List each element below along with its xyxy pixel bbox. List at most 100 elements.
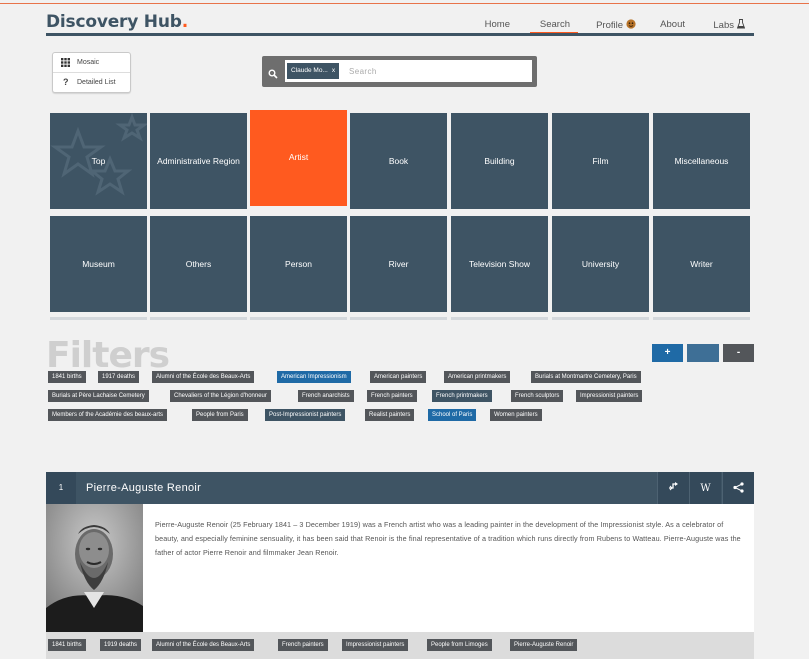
result-header: 1 Pierre-Auguste Renoir W — [46, 472, 754, 504]
category-tile-others[interactable]: Others — [150, 216, 247, 312]
category-label: Museum — [82, 259, 115, 269]
category-tile-museum[interactable]: Museum — [50, 216, 147, 312]
brand-name: Discovery Hub — [46, 12, 182, 32]
search-chip[interactable]: Claude Mo... x — [287, 63, 340, 79]
tile-shadow — [150, 317, 247, 320]
result-tag[interactable]: French painters — [278, 639, 328, 651]
filter-tag[interactable]: Post-Impressionist painters — [265, 409, 346, 421]
filter-tag[interactable]: American printmakers — [444, 371, 511, 383]
wikipedia-button[interactable]: W — [689, 472, 721, 504]
labs-flask-icon — [736, 19, 746, 32]
search-icon[interactable] — [268, 66, 278, 84]
filter-remove-button[interactable]: - — [723, 344, 754, 362]
swap-arrow-icon — [668, 482, 679, 494]
result-description: Pierre-Auguste Renoir (25 February 1841 … — [155, 520, 741, 557]
result-tag[interactable]: Impressionist painters — [342, 639, 409, 651]
result-title[interactable]: Pierre-Auguste Renoir — [86, 472, 201, 504]
search-bar: Claude Mo... x — [262, 56, 537, 87]
result-tag[interactable]: People from Limoges — [427, 639, 492, 651]
category-label: Person — [285, 259, 312, 269]
filter-tag-selected[interactable]: School of Paris — [428, 409, 477, 421]
nav-search-label: Search — [539, 19, 570, 30]
result-portrait-image[interactable] — [46, 504, 143, 632]
nav-about[interactable]: About — [660, 19, 685, 30]
search-input[interactable] — [349, 63, 527, 79]
filter-tag[interactable]: French printmakers — [432, 390, 492, 402]
filter-tag[interactable]: 1917 deaths — [98, 371, 140, 383]
category-label: Book — [388, 156, 409, 166]
mosaic-view-label: Mosaic — [77, 59, 100, 66]
nav-search[interactable]: Search — [529, 19, 579, 34]
filter-tag[interactable]: Burials at Montmartre Cemetery, Paris — [531, 371, 641, 383]
brand-logo[interactable]: Discovery Hub. — [46, 12, 188, 32]
category-tile-book[interactable]: Book — [350, 113, 447, 209]
filter-tag[interactable]: People from Paris — [192, 409, 248, 421]
tile-shadow — [50, 317, 147, 320]
search-chip-label: Claude Mo... — [291, 67, 328, 74]
category-tile-university[interactable]: University — [552, 216, 649, 312]
category-label: Television Show — [469, 259, 530, 269]
detailed-list-label: Detailed List — [77, 79, 116, 86]
filter-tag[interactable]: Members of the Académie des beaux-arts — [48, 409, 168, 421]
tile-shadow — [250, 317, 347, 320]
filter-tag[interactable]: Chevaliers of the Légion d'honneur — [170, 390, 271, 402]
filter-add-button[interactable]: + — [652, 344, 683, 362]
category-tile-television-show[interactable]: Television Show — [451, 216, 548, 312]
category-tile-river[interactable]: River — [350, 216, 447, 312]
search-field: Claude Mo... x — [285, 60, 532, 82]
brand-dot: . — [181, 12, 188, 32]
tile-shadow — [451, 317, 548, 320]
category-label: Artist — [288, 152, 309, 162]
filter-tag[interactable]: American painters — [370, 371, 427, 383]
portrait-illustration — [46, 504, 143, 632]
category-label: Miscellaneous — [674, 156, 729, 166]
category-tile-person[interactable]: Person — [250, 216, 347, 312]
header-underline — [46, 33, 754, 36]
grid-icon — [61, 58, 70, 69]
category-tile-artist[interactable]: Artist — [250, 110, 347, 206]
filter-toggle-button[interactable] — [687, 344, 719, 362]
filter-tag[interactable]: Burials at Père Lachaise Cemetery — [48, 390, 149, 402]
filter-tag[interactable]: Realist painters — [365, 409, 415, 421]
category-tile-writer[interactable]: Writer — [653, 216, 750, 312]
filter-tag[interactable]: Impressionist painters — [576, 390, 643, 402]
filter-tag[interactable]: Alumni of the École des Beaux-Arts — [152, 371, 255, 383]
category-tile-top[interactable]: Top — [50, 113, 147, 209]
nav-labs[interactable]: Labs — [713, 19, 746, 32]
tile-shadow — [653, 317, 750, 320]
category-tile-administrative-region[interactable]: Administrative Region — [150, 113, 247, 209]
category-tile-building[interactable]: Building — [451, 113, 548, 209]
tile-shadow — [350, 317, 447, 320]
category-label: Top — [91, 156, 106, 166]
filter-tag[interactable]: French anarchists — [298, 390, 354, 402]
category-tile-film[interactable]: Film — [552, 113, 649, 209]
mosaic-view-button[interactable]: Mosaic — [53, 53, 130, 73]
top-accent-line — [0, 3, 809, 4]
detailed-list-button[interactable]: ? Detailed List — [53, 73, 130, 93]
result-number: 1 — [46, 472, 76, 504]
result-tags-bar: 1841 births 1919 deaths Alumni of the Éc… — [46, 632, 754, 659]
result-tag[interactable]: Alumni of the École des Beaux-Arts — [152, 639, 255, 651]
result-tag[interactable]: 1841 births — [48, 639, 86, 651]
view-toggle: Mosaic ? Detailed List — [52, 52, 131, 93]
filter-tag[interactable]: 1841 births — [48, 371, 86, 383]
category-label: Writer — [690, 259, 713, 269]
wikipedia-icon: W — [700, 482, 711, 494]
nav-profile[interactable]: Profile — [596, 19, 636, 32]
profile-avatar-icon — [626, 19, 636, 32]
category-label: Others — [185, 259, 212, 269]
nav-home[interactable]: Home — [485, 19, 510, 30]
filter-tag[interactable]: French painters — [367, 390, 417, 402]
category-tile-miscellaneous[interactable]: Miscellaneous — [653, 113, 750, 209]
chip-remove-button[interactable]: x — [332, 67, 335, 74]
share-button[interactable] — [722, 472, 754, 504]
nav-about-label: About — [660, 19, 685, 30]
result-tag[interactable]: Pierre-Auguste Renoir — [510, 639, 578, 651]
category-label: Film — [592, 156, 609, 166]
result-expand-button[interactable] — [657, 472, 689, 504]
filter-tag[interactable]: Women painters — [490, 409, 542, 421]
filter-tag-selected[interactable]: American Impressionism — [277, 371, 351, 383]
result-tag[interactable]: 1919 deaths — [100, 639, 142, 651]
filter-tag[interactable]: French sculptors — [511, 390, 564, 402]
share-icon — [733, 481, 744, 495]
